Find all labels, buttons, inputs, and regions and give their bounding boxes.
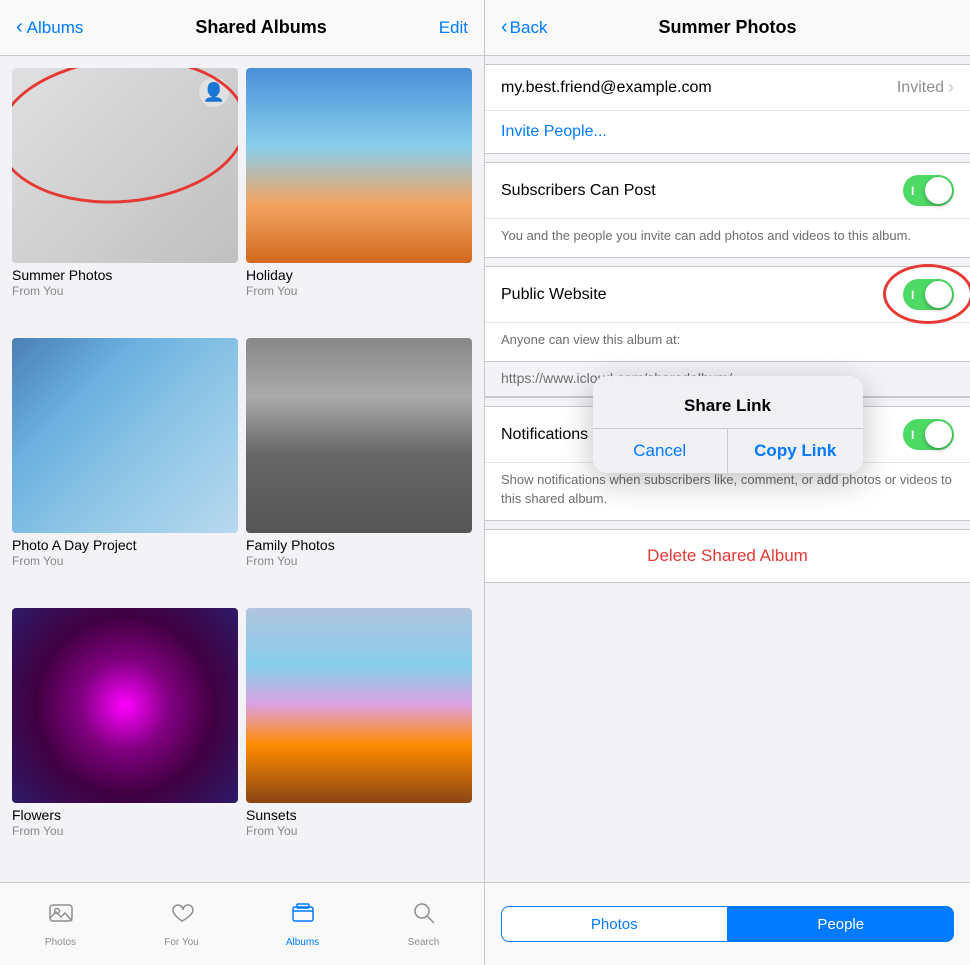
- delete-album-label: Delete Shared Album: [647, 546, 808, 566]
- dialog-cancel-button[interactable]: Cancel: [593, 429, 729, 473]
- album-from-summer: From You: [12, 284, 238, 298]
- spacer: [485, 591, 970, 611]
- invited-status-label: Invited: [897, 79, 944, 97]
- dialog-title: Share Link: [609, 396, 847, 416]
- album-thumbnail-holiday: [246, 68, 472, 263]
- albums-tab-label: Albums: [286, 937, 319, 948]
- left-panel: ‹ Albums Shared Albums Edit 👤 Summer Pho…: [0, 0, 485, 965]
- album-thumbnail-summer: 👤: [12, 68, 238, 263]
- tab-photos[interactable]: Photos: [0, 900, 121, 948]
- back-label: Back: [510, 18, 548, 38]
- delete-album-row[interactable]: Delete Shared Album: [485, 529, 970, 583]
- album-from-sunsets: From You: [246, 824, 472, 838]
- right-content: my.best.friend@example.com Invited › Inv…: [485, 56, 970, 882]
- album-detail-title: Summer Photos: [658, 17, 796, 38]
- bottom-tab-bar: Photos For You Albums: [0, 882, 484, 965]
- album-item-family-photos[interactable]: Family Photos From You: [242, 334, 476, 604]
- public-website-label: Public Website: [501, 286, 903, 304]
- subscribers-can-post-section: Subscribers Can Post I You and the peopl…: [485, 162, 970, 258]
- for-you-tab-label: For You: [164, 937, 198, 948]
- for-you-tab-icon: [169, 900, 195, 933]
- album-thumbnail-sunsets: [246, 608, 472, 803]
- people-segment-button[interactable]: People: [728, 906, 955, 942]
- left-header: ‹ Albums Shared Albums Edit: [0, 0, 484, 56]
- album-from-flowers: From You: [12, 824, 238, 838]
- toggle-on-label-pw: I: [911, 288, 914, 302]
- subscribers-description: You and the people you invite can add ph…: [485, 219, 970, 257]
- album-name-photo-day: Photo A Day Project: [12, 537, 238, 553]
- dialog-actions: Cancel Copy Link: [593, 428, 863, 473]
- photos-tab-icon: [48, 900, 74, 933]
- user-icon: 👤: [203, 82, 225, 103]
- share-link-dialog: Share Link Cancel Copy Link: [593, 376, 863, 473]
- search-tab-icon: [411, 900, 437, 933]
- bottom-segment-control: Photos People: [485, 882, 970, 965]
- albums-back-button[interactable]: ‹ Albums: [16, 16, 83, 39]
- subscribers-label: Subscribers Can Post: [501, 182, 903, 200]
- dialog-content: Share Link: [593, 376, 863, 428]
- back-chevron-icon: ‹: [16, 16, 23, 39]
- album-thumbnail-flowers: [12, 608, 238, 803]
- album-item-holiday[interactable]: Holiday From You: [242, 64, 476, 334]
- tab-search[interactable]: Search: [363, 900, 484, 948]
- album-name-summer: Summer Photos: [12, 267, 238, 283]
- album-from-family: From You: [246, 554, 472, 568]
- subscribers-toggle[interactable]: I: [903, 175, 954, 206]
- album-thumbnail-family: [246, 338, 472, 533]
- album-from-holiday: From You: [246, 284, 472, 298]
- back-button[interactable]: ‹ Back: [501, 16, 547, 39]
- tab-for-you[interactable]: For You: [121, 900, 242, 948]
- avatar-badge: 👤: [198, 76, 230, 108]
- album-from-photo-day: From You: [12, 554, 238, 568]
- toggle-on-label: I: [911, 184, 914, 198]
- album-thumbnail-photo-day: [12, 338, 238, 533]
- back-chevron-icon: ‹: [501, 16, 508, 39]
- album-item-photo-day[interactable]: Photo A Day Project From You: [8, 334, 242, 604]
- album-name-holiday: Holiday: [246, 267, 472, 283]
- page-title: Shared Albums: [195, 17, 326, 38]
- invite-people-row[interactable]: Invite People...: [485, 111, 970, 153]
- invited-email-row[interactable]: my.best.friend@example.com Invited ›: [485, 65, 970, 111]
- invited-status-right: Invited ›: [897, 77, 954, 98]
- albums-tab-icon: [290, 900, 316, 933]
- photos-tab-label: Photos: [45, 937, 76, 948]
- photos-segment-button[interactable]: Photos: [501, 906, 728, 942]
- public-website-toggle[interactable]: I: [903, 279, 954, 310]
- toggle-knob: [925, 177, 952, 204]
- public-website-toggle-wrap: I: [903, 279, 954, 310]
- tab-albums[interactable]: Albums: [242, 900, 363, 948]
- right-header: ‹ Back Summer Photos: [485, 0, 970, 56]
- album-name-family: Family Photos: [246, 537, 472, 553]
- toggle-knob-pw: [925, 281, 952, 308]
- public-website-row: Public Website I: [485, 267, 970, 323]
- notifications-toggle[interactable]: I: [903, 419, 954, 450]
- album-item-flowers[interactable]: Flowers From You: [8, 604, 242, 874]
- albums-back-label: Albums: [27, 18, 84, 38]
- public-website-description: Anyone can view this album at:: [485, 323, 970, 361]
- album-name-sunsets: Sunsets: [246, 807, 472, 823]
- albums-grid: 👤 Summer Photos From You Holiday From Yo…: [0, 56, 484, 882]
- subscribers-can-post-row: Subscribers Can Post I: [485, 163, 970, 219]
- search-tab-label: Search: [408, 937, 440, 948]
- edit-button[interactable]: Edit: [439, 18, 468, 38]
- toggle-knob-notif: [925, 421, 952, 448]
- dialog-copy-link-button[interactable]: Copy Link: [728, 429, 863, 473]
- album-item-summer-photos[interactable]: 👤 Summer Photos From You: [8, 64, 242, 334]
- right-panel: ‹ Back Summer Photos my.best.friend@exam…: [485, 0, 970, 965]
- invite-people-label: Invite People...: [501, 123, 607, 141]
- toggle-on-label-notif: I: [911, 428, 914, 442]
- invited-email-text: my.best.friend@example.com: [501, 79, 897, 97]
- album-item-sunsets[interactable]: Sunsets From You: [242, 604, 476, 874]
- album-name-flowers: Flowers: [12, 807, 238, 823]
- invited-section: my.best.friend@example.com Invited › Inv…: [485, 64, 970, 154]
- invited-chevron-icon: ›: [948, 77, 954, 98]
